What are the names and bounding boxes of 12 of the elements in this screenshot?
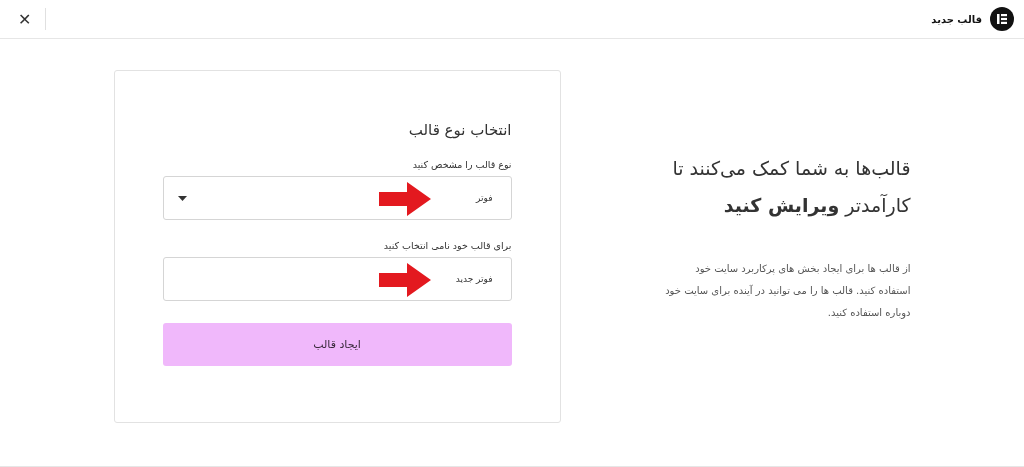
headline: قالب‌ها به شما کمک می‌کنند تا کارآمدتر ویرایش کنید: [671, 156, 911, 219]
description: از قالب ها برای ایجاد بخش های پرکاربرد سایت خود استفاده کنید. قالب ها را می توانید در آینده برای سایت خود دوباره استفاده کنید.: [664, 262, 911, 321]
create-button[interactable]: ایجاد قالب: [162, 323, 512, 366]
form-title: انتخاب نوع قالب: [407, 121, 512, 139]
field-label: نوع قالب را مشخص کنید: [411, 159, 512, 170]
header-title: قالب جدید: [931, 13, 982, 25]
input-field[interactable]: فوتر جدید: [162, 257, 512, 301]
field-label: برای قالب خود نامی انتخاب کنید: [382, 240, 512, 251]
logo-icon: [990, 7, 1014, 31]
caret-icon: [177, 195, 187, 201]
select-field[interactable]: فوتر: [162, 176, 512, 220]
close-button[interactable]: ✕: [12, 8, 47, 30]
